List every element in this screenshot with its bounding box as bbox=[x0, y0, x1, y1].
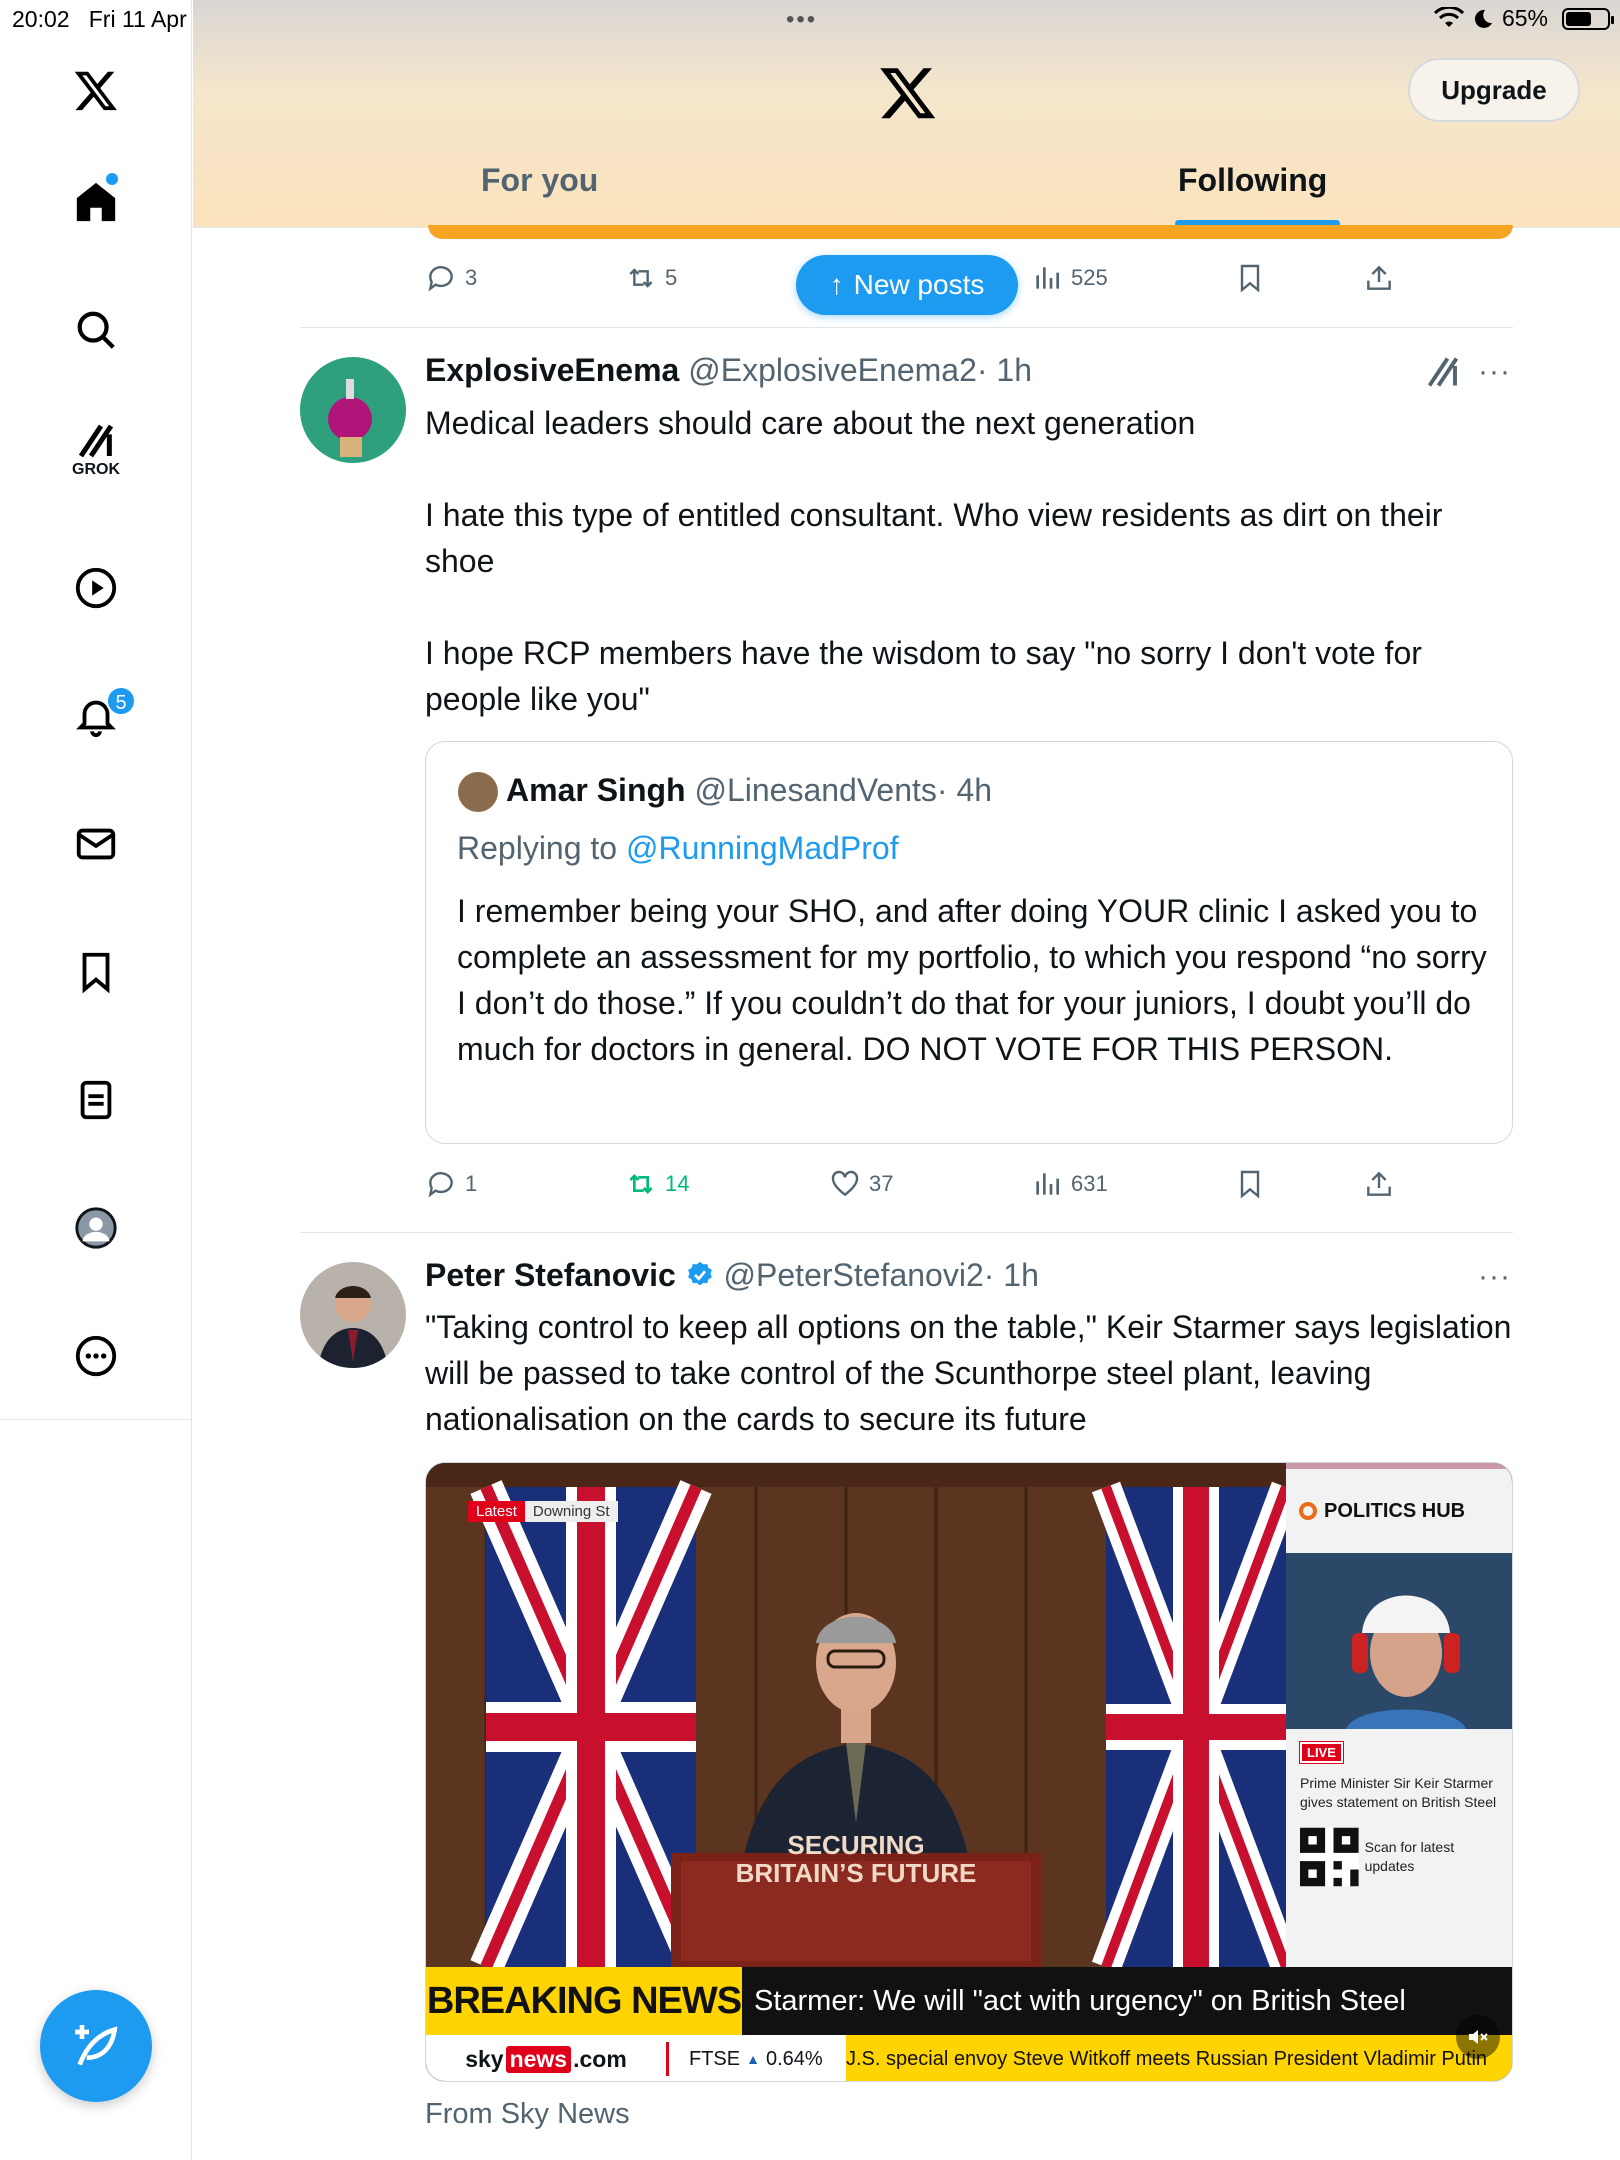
more-options-icon[interactable] bbox=[66, 1326, 126, 1386]
previous-media-edge bbox=[428, 225, 1513, 239]
moon-icon bbox=[1474, 9, 1492, 28]
replying-to-link[interactable]: @RunningMadProf bbox=[626, 830, 899, 866]
ticker-text: J.S. special envoy Steve Witkoff meets R… bbox=[846, 2035, 1512, 2081]
media-source[interactable]: From Sky News bbox=[425, 2098, 630, 2131]
verified-badge-icon bbox=[687, 1261, 712, 1286]
repost-icon bbox=[629, 1174, 653, 1194]
quoted-avatar bbox=[458, 772, 498, 812]
battery-percent: 65% bbox=[1501, 5, 1548, 31]
live-info: LIVE Prime Minister Sir Keir Starmer giv… bbox=[1286, 1729, 1512, 1902]
breaking-news-label: BREAKING NEWS bbox=[426, 1967, 742, 2035]
reply-button[interactable]: 3 bbox=[425, 258, 477, 298]
battery-icon bbox=[1562, 7, 1614, 30]
video-thumbnail[interactable]: SECURING BRITAIN’S FUTURE Latest Downing… bbox=[425, 1462, 1513, 2082]
views-button[interactable]: 525 bbox=[1031, 258, 1108, 298]
reply-button[interactable]: 1 bbox=[425, 1164, 477, 1204]
grok-explain-icon[interactable] bbox=[1425, 354, 1461, 390]
quoted-post[interactable]: Amar Singh @LinesandVents· 4h Replying t… bbox=[425, 741, 1513, 1144]
ftse-ticker: FTSE ▲ 0.64% bbox=[666, 2042, 846, 2076]
x-logo-icon[interactable] bbox=[66, 60, 126, 120]
views-icon bbox=[1036, 267, 1059, 289]
reply-icon bbox=[428, 266, 453, 292]
compose-feather-icon bbox=[75, 2025, 118, 2066]
post-text: Medical leaders should care about the ne… bbox=[425, 405, 1443, 717]
wifi-icon bbox=[1433, 6, 1464, 27]
repost-icon bbox=[629, 268, 653, 288]
multitasking-dots[interactable]: ••• bbox=[786, 6, 817, 34]
breaking-news-bar: BREAKING NEWS Starmer: We will "act with… bbox=[426, 1967, 1512, 2035]
quoted-text: I remember being your SHO, and after doi… bbox=[457, 893, 1487, 1067]
sidebar-divider bbox=[0, 1419, 192, 1420]
lists-icon[interactable] bbox=[66, 1070, 126, 1130]
arrow-up-icon: ↑ bbox=[829, 269, 844, 300]
location-tag: Latest Downing St bbox=[468, 1501, 618, 1522]
home-unread-dot bbox=[106, 173, 118, 185]
post-more-menu-icon[interactable]: ··· bbox=[1478, 355, 1511, 389]
lectern-sign: SECURING BRITAIN’S FUTURE bbox=[735, 1830, 977, 1888]
like-button[interactable]: 37 bbox=[829, 1164, 893, 1204]
post-divider bbox=[300, 327, 1513, 328]
post-text: "Taking control to keep all options on t… bbox=[425, 1309, 1512, 1437]
sidebar: GROK 5 bbox=[0, 0, 192, 2160]
bookmark-icon bbox=[1240, 1170, 1260, 1199]
search-icon[interactable] bbox=[66, 300, 126, 360]
post-author[interactable]: ExplosiveEnema @ExplosiveEnema2· 1h bbox=[425, 352, 1032, 389]
bookmark-button[interactable] bbox=[1234, 258, 1266, 298]
repost-button[interactable]: 5 bbox=[625, 258, 677, 298]
politics-hub-title: POLITICS HUB bbox=[1286, 1463, 1512, 1553]
status-bar: 20:02 Fri 11 Apr ••• 65% bbox=[0, 0, 1620, 40]
quoted-author: Amar Singh @LinesandVents· 4h bbox=[506, 772, 993, 808]
mute-button[interactable] bbox=[1456, 2015, 1500, 2059]
qr-code-icon bbox=[1300, 1827, 1359, 1887]
new-posts-pill[interactable]: ↑ New posts bbox=[796, 255, 1018, 315]
post-more-menu-icon[interactable]: ··· bbox=[1478, 1260, 1511, 1294]
notifications-badge: 5 bbox=[106, 686, 136, 716]
bookmarks-icon[interactable] bbox=[66, 942, 126, 1002]
share-button[interactable] bbox=[1363, 258, 1395, 298]
replying-to: Replying to @RunningMadProf bbox=[457, 830, 899, 866]
post-divider bbox=[300, 1232, 1513, 1233]
avatar-peter-stefanovic[interactable] bbox=[300, 1262, 406, 1368]
compose-post-button[interactable] bbox=[40, 1990, 152, 2102]
views-button[interactable]: 631 bbox=[1031, 1164, 1108, 1204]
bookmark-button[interactable] bbox=[1234, 1164, 1266, 1204]
reply-icon bbox=[428, 1172, 453, 1198]
messages-icon[interactable] bbox=[66, 814, 126, 874]
avatar-explosiveenema[interactable] bbox=[300, 357, 406, 463]
upgrade-button[interactable]: Upgrade bbox=[1408, 58, 1580, 122]
politics-hub-panel: POLITICS HUB LIVE Prime Minister Sir Kei… bbox=[1286, 1463, 1512, 1967]
repost-button[interactable]: 14 bbox=[625, 1164, 689, 1204]
speaker-muted-icon bbox=[1469, 2030, 1488, 2044]
news-ticker: sky news .com FTSE ▲ 0.64% J.S. special en… bbox=[426, 2035, 1512, 2081]
grok-label: GROK bbox=[72, 461, 120, 478]
status-time: 20:02 Fri 11 Apr bbox=[12, 6, 187, 32]
sky-spinner-icon bbox=[1299, 1502, 1317, 1520]
heart-icon bbox=[831, 1170, 859, 1197]
sky-news-logo: sky news .com bbox=[465, 2045, 627, 2073]
views-icon bbox=[1036, 1173, 1059, 1195]
profile-avatar-icon[interactable] bbox=[66, 1198, 126, 1258]
breaking-headline: Starmer: We will "act with urgency" on B… bbox=[742, 1967, 1512, 2035]
grok-icon[interactable]: GROK bbox=[66, 420, 126, 480]
tab-following[interactable]: Following bbox=[1178, 162, 1327, 199]
share-icon bbox=[1367, 265, 1391, 290]
status-right: 65% bbox=[1433, 5, 1614, 32]
tab-for-you[interactable]: For you bbox=[481, 162, 598, 199]
post-author[interactable]: Peter Stefanovic @PeterStefanovi2· 1h bbox=[425, 1257, 1039, 1294]
bookmark-icon bbox=[1240, 264, 1260, 293]
share-button[interactable] bbox=[1363, 1164, 1395, 1204]
video-icon[interactable] bbox=[66, 558, 126, 618]
post-actions: 1 14 37 631 bbox=[425, 1164, 1505, 1204]
x-center-logo-icon bbox=[880, 68, 936, 119]
inset-image bbox=[1286, 1553, 1512, 1729]
share-icon bbox=[1367, 1171, 1391, 1196]
